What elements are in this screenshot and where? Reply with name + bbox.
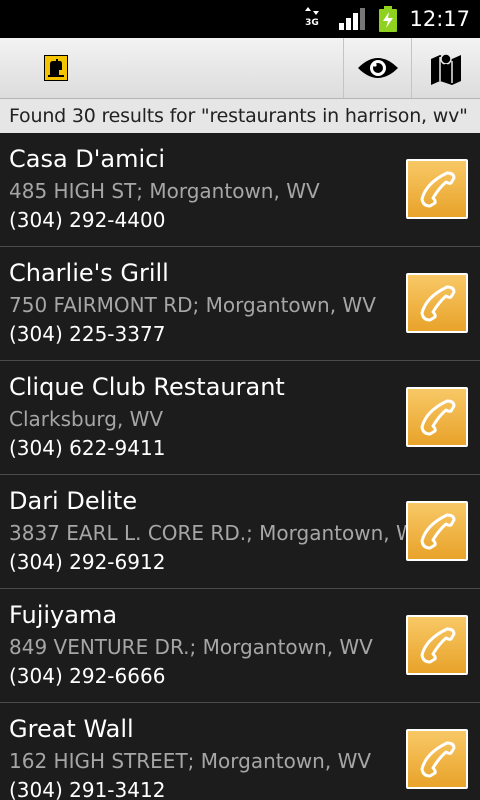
- list-item[interactable]: Great Wall 162 HIGH STREET; Morgantown, …: [0, 703, 480, 800]
- phone-handset-icon: [420, 513, 456, 550]
- business-phone: (304) 292-6666: [9, 664, 166, 688]
- business-name: Fujiyama: [9, 601, 118, 629]
- business-address: 485 HIGH ST; Morgantown, WV: [9, 179, 320, 203]
- results-summary: Found 30 results for "restaurants in har…: [0, 99, 480, 133]
- results-list: Casa D'amici 485 HIGH ST; Morgantown, WV…: [0, 133, 480, 800]
- phone-handset-icon: [420, 171, 456, 208]
- phone-handset-icon: [420, 399, 456, 436]
- business-phone: (304) 292-6912: [9, 550, 166, 574]
- list-item[interactable]: Dari Delite 3837 EARL L. CORE RD.; Morga…: [0, 475, 480, 589]
- business-address: 162 HIGH STREET; Morgantown, WV: [9, 749, 372, 773]
- business-phone: (304) 225-3377: [9, 322, 166, 346]
- map-icon: [431, 53, 461, 85]
- data-arrows-icon: 3G: [303, 6, 321, 32]
- list-item[interactable]: Fujiyama 849 VENTURE DR.; Morgantown, WV…: [0, 589, 480, 703]
- business-name: Great Wall: [9, 715, 134, 743]
- call-button[interactable]: [406, 501, 468, 561]
- map-button[interactable]: [412, 38, 480, 98]
- business-phone: (304) 622-9411: [9, 436, 166, 460]
- call-button[interactable]: [406, 615, 468, 675]
- list-item[interactable]: Casa D'amici 485 HIGH ST; Morgantown, WV…: [0, 133, 480, 247]
- action-bar-divider: [343, 38, 344, 98]
- phone-handset-icon: [420, 741, 456, 778]
- call-button[interactable]: [406, 729, 468, 789]
- business-phone: (304) 291-3412: [9, 778, 166, 800]
- status-bar: 3G 12:17: [0, 0, 480, 38]
- signal-bars-icon: [339, 8, 365, 30]
- business-phone: (304) 292-4400: [9, 208, 166, 232]
- list-item[interactable]: Clique Club Restaurant Clarksburg, WV (3…: [0, 361, 480, 475]
- call-button[interactable]: [406, 387, 468, 447]
- call-button[interactable]: [406, 159, 468, 219]
- eye-icon: [358, 58, 398, 78]
- business-name: Dari Delite: [9, 487, 138, 515]
- battery-charging-icon: [379, 6, 397, 32]
- business-address: 849 VENTURE DR.; Morgantown, WV: [9, 635, 373, 659]
- list-item[interactable]: Charlie's Grill 750 FAIRMONT RD; Morgant…: [0, 247, 480, 361]
- eye-button[interactable]: [345, 38, 411, 98]
- yellow-pages-logo-icon[interactable]: [44, 55, 68, 81]
- business-address: 750 FAIRMONT RD; Morgantown, WV: [9, 293, 376, 317]
- action-bar: [0, 38, 480, 99]
- network-type-label: 3G: [305, 18, 319, 28]
- business-name: Casa D'amici: [9, 145, 165, 173]
- business-name: Clique Club Restaurant: [9, 373, 285, 401]
- phone-handset-icon: [420, 627, 456, 664]
- business-name: Charlie's Grill: [9, 259, 169, 287]
- status-clock: 12:17: [409, 7, 470, 31]
- call-button[interactable]: [406, 273, 468, 333]
- business-address: Clarksburg, WV: [9, 407, 164, 431]
- business-address: 3837 EARL L. CORE RD.; Morgantown, WV: [9, 521, 430, 545]
- phone-handset-icon: [420, 285, 456, 322]
